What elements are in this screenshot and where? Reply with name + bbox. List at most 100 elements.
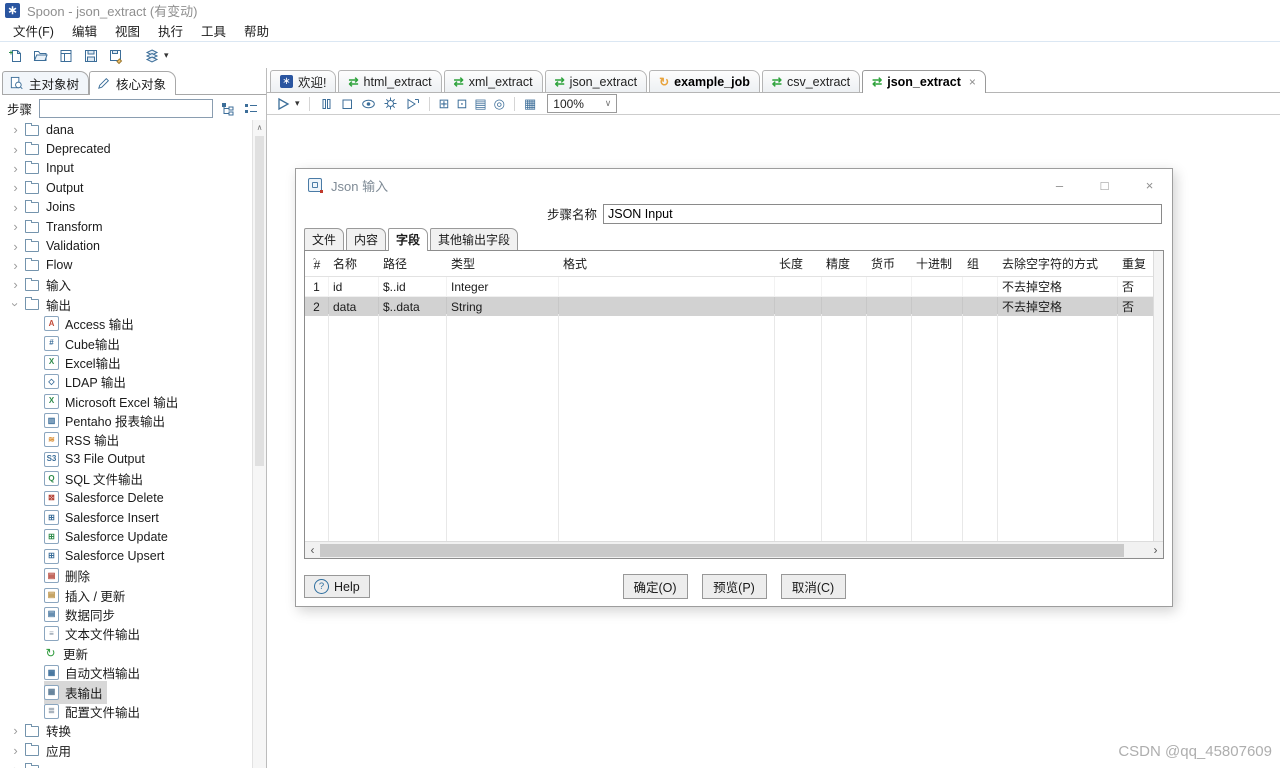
menu-run[interactable]: 执行	[149, 19, 192, 42]
preview-button[interactable]	[361, 97, 376, 111]
perspective-button[interactable]	[141, 45, 163, 67]
tree-expander-icon[interactable]: ›	[9, 143, 22, 156]
dialog-close-button[interactable]: ×	[1127, 169, 1172, 201]
scroll-right-icon[interactable]: ›	[1148, 543, 1163, 557]
tree-item-folder-apply[interactable]: › 应用	[0, 741, 253, 760]
tab-html-extract[interactable]: ⇄ html_extract	[338, 70, 442, 92]
cancel-button[interactable]: 取消(C)	[780, 574, 846, 599]
impact-icon[interactable]: ⊡	[456, 97, 467, 110]
tab-xml-extract[interactable]: ⇄ xml_extract	[443, 70, 543, 92]
tree-item-step-pentaho-report-output[interactable]: ▥ Pentaho 报表输出	[0, 411, 253, 430]
run-button[interactable]	[276, 97, 290, 111]
table-cell[interactable]: Integer	[447, 277, 559, 296]
tree-expander-icon[interactable]: ›	[9, 220, 22, 233]
column-header-0[interactable]: # ˆ	[305, 258, 329, 276]
tree-item-folder-joins[interactable]: › Joins	[0, 198, 253, 217]
tree-item-folder-dana[interactable]: › dana	[0, 120, 253, 139]
pause-button[interactable]	[319, 97, 333, 111]
tree-item-folder-output[interactable]: › Output	[0, 178, 253, 197]
tree-item-folder-deprecated[interactable]: › Deprecated	[0, 139, 253, 158]
hscroll-thumb[interactable]	[320, 543, 1124, 557]
stop-button[interactable]	[340, 97, 354, 111]
column-header-5[interactable]: 长度	[775, 255, 822, 276]
tree-item-step-table-output[interactable]: ▦ 表输出	[0, 680, 253, 704]
table-vertical-scrollbar[interactable]	[1153, 251, 1163, 542]
column-header-11[interactable]: 重复	[1118, 255, 1154, 276]
steps-search-input[interactable]	[39, 99, 213, 118]
expand-all-icon[interactable]	[220, 101, 236, 116]
tree-expander-icon[interactable]: ›	[8, 298, 23, 311]
tree-expander-icon[interactable]: ›	[9, 724, 22, 737]
tree-item-step-salesforce-upsert[interactable]: ⊞ Salesforce Upsert	[0, 547, 253, 566]
tree-item-folder-flow[interactable]: › Flow	[0, 256, 253, 275]
column-header-2[interactable]: 路径	[379, 255, 447, 276]
results-grid-icon[interactable]: ▦	[524, 97, 536, 110]
table-cell[interactable]	[912, 277, 963, 296]
table-cell[interactable]	[559, 277, 775, 296]
new-file-button[interactable]	[5, 45, 27, 67]
tree-expander-icon[interactable]: ›	[9, 162, 22, 175]
replay-button[interactable]	[405, 97, 420, 111]
tab-welcome[interactable]: ∗ 欢迎!	[270, 70, 337, 92]
tree-expander-icon[interactable]: ›	[9, 201, 22, 214]
tree-item-step-salesforce-update[interactable]: ⊞ Salesforce Update	[0, 527, 253, 546]
ok-button[interactable]: 确定(O)	[622, 574, 688, 599]
column-header-3[interactable]: 类型	[447, 255, 559, 276]
save-button[interactable]	[80, 45, 102, 67]
table-cell[interactable]	[775, 277, 822, 296]
dialog-tab-file[interactable]: 文件	[304, 228, 345, 250]
tree-expander-icon[interactable]: ›	[9, 123, 22, 136]
column-header-7[interactable]: 货币	[867, 255, 912, 276]
zoom-select[interactable]: 100% ∨	[547, 94, 618, 113]
column-header-4[interactable]: 格式	[559, 255, 775, 276]
tree-expander-icon[interactable]: ›	[9, 259, 22, 272]
tab-example-job[interactable]: ↻ example_job	[649, 70, 760, 92]
tree-item-step-sql-file-output[interactable]: Q SQL 文件输出	[0, 469, 253, 488]
menu-view[interactable]: 视图	[106, 19, 149, 42]
tree-item-step-salesforce-delete[interactable]: ⊠ Salesforce Delete	[0, 488, 253, 507]
menu-help[interactable]: 帮助	[235, 19, 278, 42]
tab-view-tree[interactable]: 主对象树	[2, 71, 90, 94]
table-cell[interactable]: 1	[305, 277, 329, 296]
tree-expander-icon[interactable]: ›	[9, 181, 22, 194]
preview-dialog-button[interactable]: 预览(P)	[701, 574, 767, 599]
list-view-icon[interactable]	[243, 101, 259, 116]
dialog-tab-fields[interactable]: 字段	[388, 228, 429, 251]
menu-edit[interactable]: 编辑	[63, 19, 106, 42]
table-horizontal-scrollbar[interactable]: ‹ ›	[305, 541, 1163, 558]
verify-icon[interactable]: ⊞	[439, 97, 450, 110]
dialog-maximize-button[interactable]: □	[1082, 169, 1127, 201]
step-name-input[interactable]	[603, 203, 1162, 224]
table-cell[interactable]: 否	[1118, 277, 1154, 296]
table-cell[interactable]: $..id	[379, 277, 447, 296]
tree-item-folder-output-cn[interactable]: › 输出	[0, 295, 253, 314]
run-options-caret-icon[interactable]: ▾	[295, 98, 300, 109]
dialog-minimize-button[interactable]: –	[1037, 169, 1082, 201]
sql-editor-icon[interactable]: ▤	[474, 97, 486, 110]
tree-item-step-ms-excel-output[interactable]: X Microsoft Excel 输出	[0, 391, 253, 410]
menu-tools[interactable]: 工具	[192, 19, 235, 42]
tree-item-step-data-sync[interactable]: ▤ 数据同步	[0, 605, 253, 624]
tree-scrollbar-thumb[interactable]	[255, 136, 264, 466]
tab-json-extract-active[interactable]: ⇄ json_extract ×	[862, 70, 986, 93]
tree-expander-icon[interactable]: ›	[9, 744, 22, 757]
explore-db-icon[interactable]: ◎	[494, 97, 505, 110]
tree-item-step-update[interactable]: ↻ 更新	[0, 644, 253, 663]
close-tab-icon[interactable]: ×	[969, 75, 976, 89]
tab-csv-extract[interactable]: ⇄ csv_extract	[761, 70, 861, 92]
tree-expander-icon[interactable]: ›	[9, 240, 22, 253]
table-row[interactable]: 1 id $..id Integer 不去掉空格否	[305, 277, 1163, 297]
tree-item-folder-input[interactable]: › Input	[0, 159, 253, 178]
tree-item-step-rss-output[interactable]: ≋ RSS 输出	[0, 430, 253, 449]
table-cell[interactable]	[822, 277, 867, 296]
scroll-left-icon[interactable]: ‹	[305, 543, 320, 557]
column-header-1[interactable]: 名称	[329, 255, 379, 276]
tree-item-step-auto-doc-output[interactable]: ▦ 自动文档输出	[0, 663, 253, 682]
dialog-tab-other-output-fields[interactable]: 其他输出字段	[430, 228, 519, 250]
tree-item-folder-transform[interactable]: › Transform	[0, 217, 253, 236]
table-cell[interactable]	[867, 277, 912, 296]
tree-item-folder-input-cn[interactable]: › 输入	[0, 275, 253, 294]
table-cell[interactable]: id	[329, 277, 379, 296]
tab-core-objects[interactable]: 核心对象	[89, 71, 177, 95]
tree-item-step-text-file-output[interactable]: ≡ 文本文件输出	[0, 624, 253, 643]
